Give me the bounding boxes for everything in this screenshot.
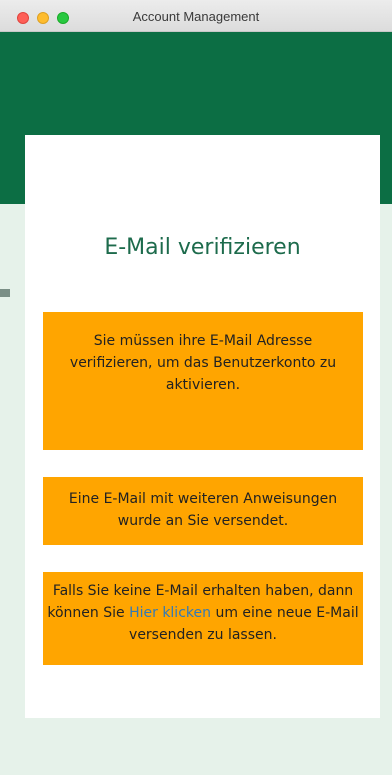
verify-notice-text: Sie müssen ihre E-Mail Adresse verifizie… [69,333,337,393]
page-title: E-Mail verifizieren [104,235,301,260]
resend-email-link[interactable]: Hier klicken [129,605,211,621]
verification-card: E-Mail verifizieren Sie müssen ihre E-Ma… [25,135,380,718]
email-sent-notice-text: Eine E-Mail mit weiteren Anweisungen wur… [68,491,338,529]
app-window: Account Management E-Mail verifizieren S… [0,0,392,775]
side-handle [0,289,10,297]
verify-notice: Sie müssen ihre E-Mail Adresse verifizie… [43,312,363,450]
email-sent-notice: Eine E-Mail mit weiteren Anweisungen wur… [43,477,363,545]
window-titlebar[interactable]: Account Management [0,0,392,32]
window-title: Account Management [132,9,260,24]
resend-notice: Falls Sie keine E-Mail erhalten haben, d… [43,572,363,665]
